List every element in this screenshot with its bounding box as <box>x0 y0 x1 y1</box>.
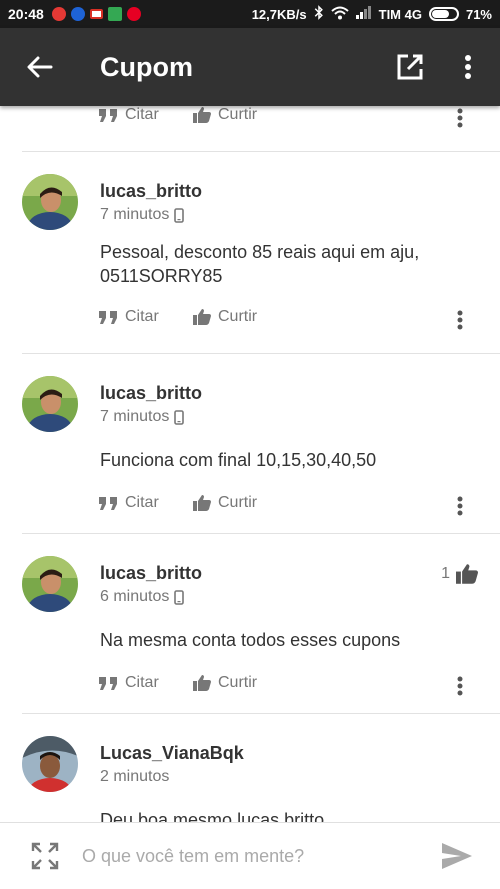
arrow-left-icon <box>27 56 53 78</box>
bluetooth-icon <box>314 5 324 23</box>
more-vert-icon <box>457 108 463 128</box>
post-text: Pessoal, desconto 85 reais aqui em aju, … <box>100 242 420 286</box>
thumbs-up-icon <box>193 675 211 691</box>
mobile-device-icon <box>174 409 185 425</box>
network-speed: 12,7KB/s <box>251 6 307 22</box>
cite-label: Citar <box>125 674 159 691</box>
post-actions: Citar Curtir <box>0 494 500 518</box>
wifi-icon <box>330 6 349 23</box>
like-label: Curtir <box>218 106 258 123</box>
author-name[interactable]: lucas_britto <box>100 563 202 584</box>
quote-icon <box>99 310 117 324</box>
post-time: 6 minutos <box>100 588 185 606</box>
like-label: Curtir <box>218 494 258 511</box>
avatar[interactable] <box>22 376 78 432</box>
comment-input[interactable] <box>82 845 412 867</box>
back-button[interactable] <box>22 49 58 85</box>
post-time-label: 7 minutos <box>100 206 170 223</box>
avatar[interactable] <box>22 556 78 612</box>
maps-icon <box>107 7 122 21</box>
quote-icon <box>99 108 117 122</box>
previous-post-actions: Citar Curtir <box>0 106 500 130</box>
post-actions: Citar Curtir <box>0 674 500 698</box>
status-bar: 20:48 12,7KB/s TIM 4G 71% <box>0 0 500 28</box>
post-menu-button[interactable] <box>450 674 470 698</box>
like-button[interactable]: Curtir <box>193 494 257 512</box>
cite-button[interactable]: Citar <box>99 106 159 124</box>
post-time-label: 6 minutos <box>100 588 170 605</box>
quote-icon <box>99 676 117 690</box>
post-time: 7 minutos <box>100 408 185 426</box>
like-button[interactable]: Curtir <box>193 106 257 124</box>
post-time: 2 minutos <box>100 768 169 786</box>
thumbs-up-icon <box>193 309 211 325</box>
thumbs-up-icon <box>193 107 211 123</box>
more-vert-icon <box>457 310 463 330</box>
carrier-label: TIM 4G <box>378 6 422 22</box>
comment-post: lucas_britto 7 minutos Pessoal, desconto… <box>0 152 500 353</box>
post-menu-button[interactable] <box>450 106 470 130</box>
like-button[interactable]: Curtir <box>193 674 257 692</box>
like-button[interactable]: Curtir <box>193 308 257 326</box>
battery-icon <box>428 7 459 21</box>
comment-post: lucas_britto 1 6 minutos Na mesma conta … <box>0 534 500 713</box>
comment-post: lucas_britto 7 minutos Funciona com fina… <box>0 354 500 533</box>
more-vert-icon <box>457 496 463 516</box>
like-label: Curtir <box>218 674 258 691</box>
status-time: 20:48 <box>8 6 44 22</box>
pinterest-icon <box>126 7 141 21</box>
author-name[interactable]: Lucas_VianaBqk <box>100 743 244 764</box>
send-icon <box>442 843 472 869</box>
fullscreen-icon <box>31 842 59 870</box>
open-external-button[interactable] <box>392 49 428 85</box>
status-right: 12,7KB/s TIM 4G 71% <box>252 5 492 23</box>
post-menu-button[interactable] <box>450 494 470 518</box>
mobile-device-icon <box>174 207 185 223</box>
author-name[interactable]: lucas_britto <box>100 181 202 202</box>
mobile-device-icon <box>174 589 185 605</box>
post-text: Na mesma conta todos esses cupons <box>100 630 401 650</box>
cite-button[interactable]: Citar <box>99 308 159 326</box>
app-bar: Cupom <box>0 28 500 106</box>
post-text: Deu boa mesmo lucas britto <box>100 810 325 822</box>
post-time-label: 7 minutos <box>100 408 170 425</box>
page-title: Cupom <box>100 51 193 82</box>
post-time: 7 minutos <box>100 206 185 224</box>
post-time-label: 2 minutos <box>100 768 170 785</box>
comment-post: Lucas_VianaBqk 2 minutos Deu boa mesmo l… <box>0 714 500 822</box>
cite-label: Citar <box>125 106 159 123</box>
thumbs-up-icon <box>193 495 211 511</box>
overflow-menu-button[interactable] <box>450 49 486 85</box>
composer-bar <box>0 822 500 889</box>
like-label: Curtir <box>218 308 258 325</box>
expand-composer-button[interactable] <box>30 841 60 871</box>
comment-feed[interactable]: Citar Curtir lucas_britto 7 minutos Pess… <box>0 106 500 822</box>
cite-label: Citar <box>125 494 159 511</box>
thumbs-up-icon <box>456 564 478 584</box>
like-count[interactable]: 1 <box>441 564 478 584</box>
open-in-new-icon <box>397 54 423 80</box>
gmail-icon <box>89 9 103 19</box>
avatar[interactable] <box>22 736 78 792</box>
more-vert-icon <box>457 676 463 696</box>
more-vert-icon <box>465 55 471 79</box>
notification-icons <box>51 7 141 21</box>
quote-icon <box>99 496 117 510</box>
cite-label: Citar <box>125 308 159 325</box>
send-button[interactable] <box>440 839 474 873</box>
like-count-value: 1 <box>441 565 450 582</box>
post-actions: Citar Curtir <box>0 308 500 332</box>
avatar[interactable] <box>22 174 78 230</box>
post-menu-button[interactable] <box>450 308 470 332</box>
notification-app-icon <box>51 7 66 21</box>
cite-button[interactable]: Citar <box>99 494 159 512</box>
signal-icon <box>355 6 372 22</box>
app-screen: 20:48 12,7KB/s TIM 4G 71% Cupom Citar Cu… <box>0 0 500 889</box>
post-text: Funciona com final 10,15,30,40,50 <box>100 450 377 470</box>
author-name[interactable]: lucas_britto <box>100 383 202 404</box>
battery-percent: 71% <box>465 6 492 22</box>
notification-app-icon <box>70 7 85 21</box>
cite-button[interactable]: Citar <box>99 674 159 692</box>
